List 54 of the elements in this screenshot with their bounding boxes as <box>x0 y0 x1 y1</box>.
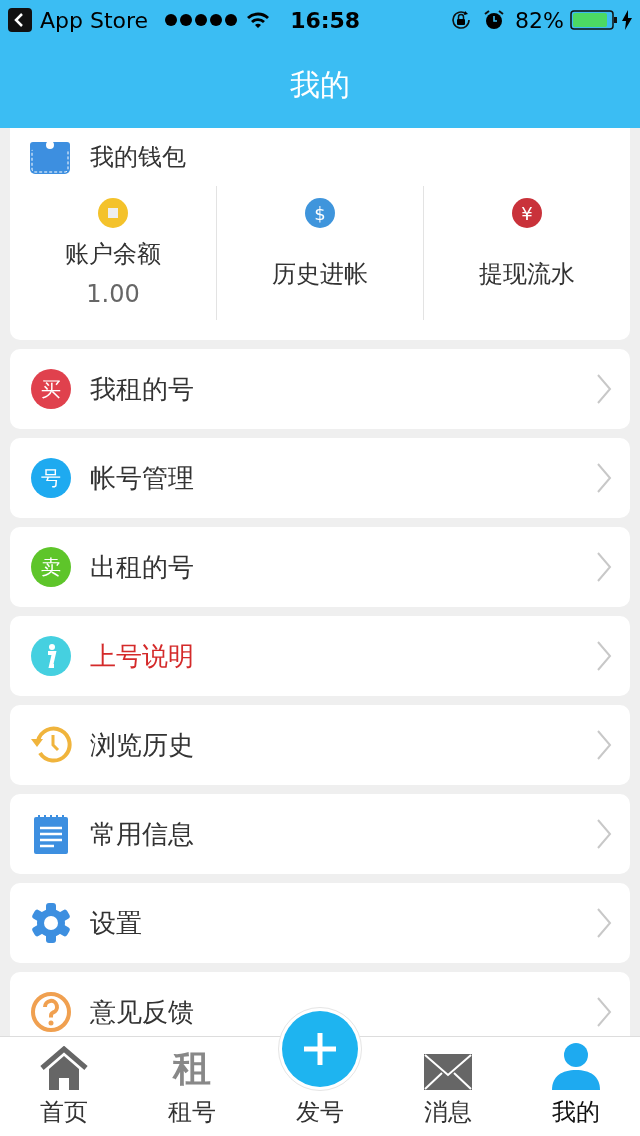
battery-icon <box>570 9 618 31</box>
chevron-icon <box>596 373 612 405</box>
wallet-item-label[interactable]: 账户余额 <box>65 236 161 272</box>
menu-item[interactable]: 卖 出租的号 <box>10 527 630 607</box>
alarm-icon <box>483 9 506 31</box>
menu-item-label: 出租的号 <box>90 550 195 584</box>
chevron-icon <box>596 462 612 494</box>
wallet-item-label[interactable]: 提现流水 <box>479 256 575 292</box>
tab-item[interactable]: 首页 <box>0 1037 128 1136</box>
balance-value: 1.00 <box>86 279 140 310</box>
chevron-icon <box>596 551 612 583</box>
signal-icon <box>164 12 239 28</box>
tab-item[interactable]: 消息 <box>384 1037 512 1136</box>
back-label[interactable]: App Store <box>40 3 149 37</box>
home-icon <box>39 1046 89 1090</box>
menu-item-label: 设置 <box>90 906 143 940</box>
menu-item[interactable]: 浏览历史 <box>10 705 630 785</box>
wallet-title: 我的钱包 <box>90 142 186 173</box>
menu-item-label: 常用信息 <box>90 817 195 851</box>
tab-item[interactable]: 租 租号 <box>128 1037 256 1136</box>
menu-item-label: 帐号管理 <box>90 461 195 495</box>
person-icon <box>552 1042 600 1090</box>
badge-icon: 号 <box>31 458 71 498</box>
battery-percent: 82% <box>515 6 564 35</box>
badge-icon: 卖 <box>31 547 71 587</box>
menu-item-label: 我租的号 <box>90 372 195 406</box>
chevron-icon <box>596 729 612 761</box>
tab-label[interactable]: 发号 <box>296 1094 344 1130</box>
menu-item-label: 意见反馈 <box>90 995 195 1029</box>
currency-icon: $ <box>305 198 335 228</box>
clock-time: 16:58 <box>290 6 361 35</box>
chevron-icon <box>596 996 612 1028</box>
chevron-icon <box>596 818 612 850</box>
wallet-item-label[interactable]: 历史进帐 <box>272 256 368 292</box>
menu-item[interactable]: 设置 <box>10 883 630 963</box>
back-icon[interactable] <box>8 8 32 32</box>
chevron-icon <box>596 640 612 672</box>
page-title: 我的 <box>290 65 350 104</box>
menu-item[interactable]: 意见反馈 <box>10 972 630 1036</box>
chevron-icon <box>596 907 612 939</box>
mail-icon <box>424 1054 472 1090</box>
currency-icon: ¥ <box>512 198 542 228</box>
menu-item[interactable]: 上号说明 <box>10 616 630 696</box>
charging-icon <box>622 10 632 30</box>
tab-item[interactable]: 我的 <box>512 1037 640 1136</box>
menu-item-label: 上号说明 <box>90 639 195 673</box>
menu-item[interactable]: 常用信息 <box>10 794 630 874</box>
badge-icon: 买 <box>31 369 71 409</box>
wallet-icon <box>30 140 70 174</box>
menu-item[interactable]: 买 我租的号 <box>10 349 630 429</box>
menu-item-label: 浏览历史 <box>90 728 195 762</box>
menu-item[interactable]: 号 帐号管理 <box>10 438 630 518</box>
wifi-icon <box>246 11 271 29</box>
rent-icon: 租 <box>173 1046 211 1090</box>
